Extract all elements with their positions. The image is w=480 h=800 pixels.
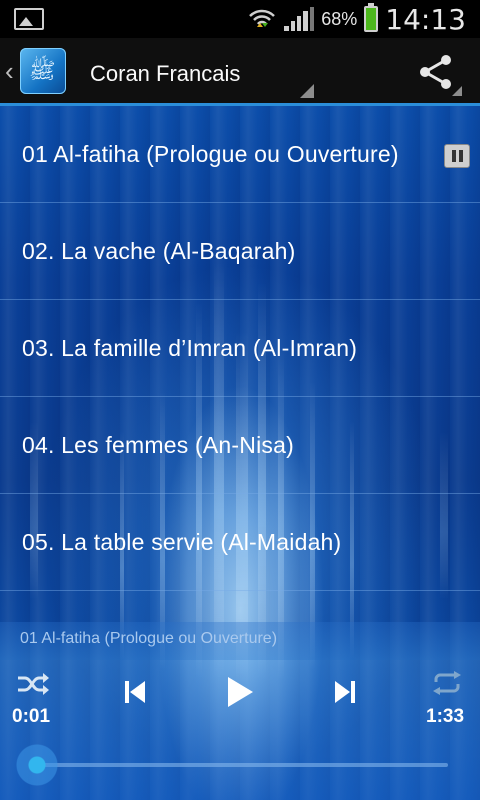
dropdown-corner-icon (300, 84, 314, 98)
track-list: 01 Al-fatiha (Prologue ou Ouverture) 02.… (0, 106, 480, 591)
battery-charging-icon (364, 3, 379, 32)
overflow-corner-icon (452, 86, 462, 96)
share-icon[interactable] (416, 52, 456, 92)
track-item-3[interactable]: 03. La famille d’Imran (Al-Imran) (0, 300, 480, 397)
app-title[interactable]: Coran Francais (90, 61, 240, 87)
signal-icon (284, 7, 315, 31)
total-duration: 1:33 (426, 706, 465, 727)
previous-icon[interactable] (124, 680, 146, 704)
now-playing-bar: 01 Al-fatiha (Prologue ou Ouverture) (0, 622, 480, 660)
seek-bar[interactable] (38, 763, 448, 767)
track-item-1[interactable]: 01 Al-fatiha (Prologue ou Ouverture) (0, 106, 480, 203)
player-controls: 0:01 1:33 (0, 660, 480, 800)
next-icon[interactable] (334, 680, 356, 704)
wifi-icon (249, 9, 276, 27)
pause-icon[interactable] (444, 144, 470, 168)
back-chevron-icon[interactable]: ‹ (5, 56, 14, 87)
play-icon[interactable] (226, 676, 254, 708)
status-bar: 68% 14:13 (0, 0, 480, 38)
shuffle-icon[interactable] (16, 672, 50, 696)
clock: 14:13 (385, 2, 466, 36)
track-item-2[interactable]: 02. La vache (Al-Baqarah) (0, 203, 480, 300)
track-item-5[interactable]: 05. La table servie (Al-Maidah) (0, 494, 480, 591)
action-bar: ‹ Coran Francais (0, 38, 480, 106)
app-icon[interactable] (20, 48, 66, 94)
track-label: 05. La table servie (Al-Maidah) (22, 528, 342, 555)
track-label: 02. La vache (Al-Baqarah) (22, 237, 296, 264)
track-label: 03. La famille d’Imran (Al-Imran) (22, 334, 358, 361)
repeat-icon[interactable] (430, 670, 464, 696)
battery-percent: 68% (321, 8, 358, 29)
track-item-4[interactable]: 04. Les femmes (An-Nisa) (0, 397, 480, 494)
elapsed-time: 0:01 (12, 706, 51, 727)
gallery-icon (14, 8, 44, 30)
track-label: 01 Al-fatiha (Prologue ou Ouverture) (22, 140, 399, 167)
track-label: 04. Les femmes (An-Nisa) (22, 431, 294, 458)
seek-thumb[interactable] (16, 744, 58, 786)
now-playing-title: 01 Al-fatiha (Prologue ou Ouverture) (20, 630, 278, 647)
